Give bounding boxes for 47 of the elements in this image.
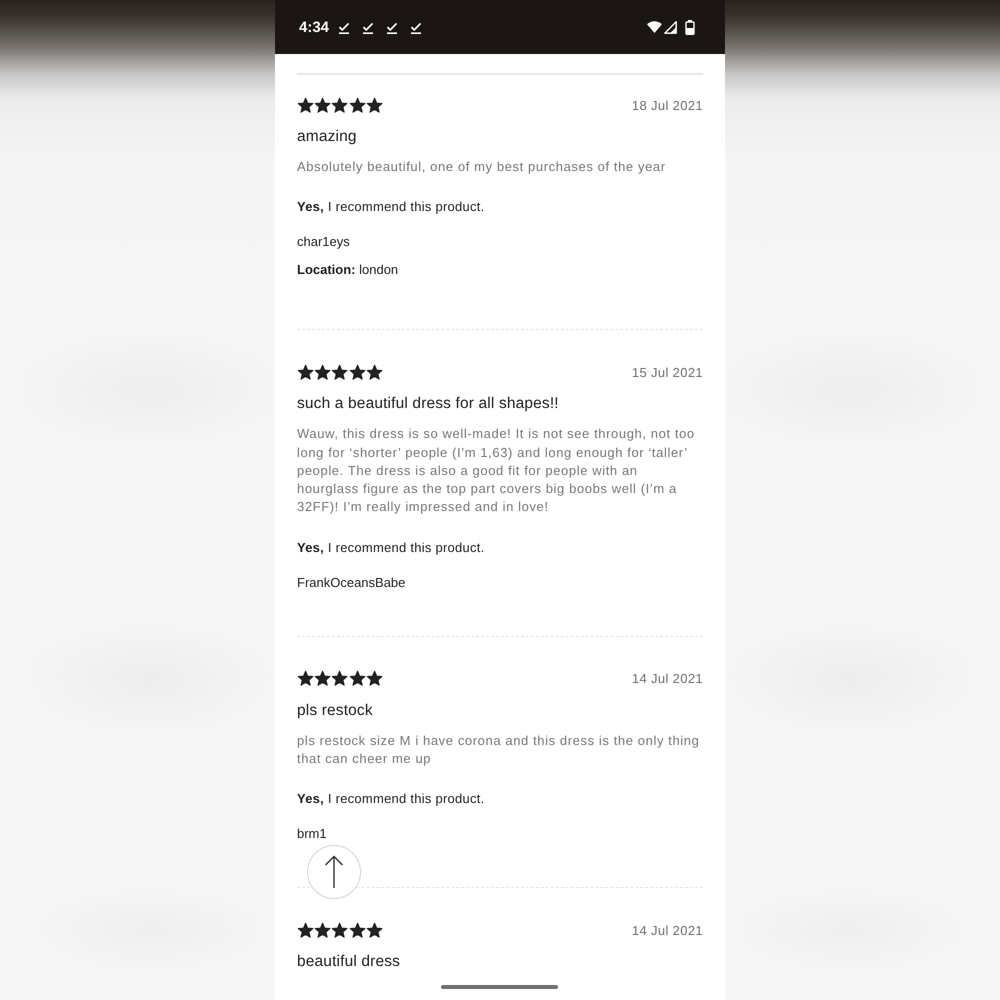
reviewer-name: brm1	[297, 826, 327, 842]
star-icon	[314, 96, 332, 114]
review-title: amazing	[297, 127, 357, 147]
star-icon	[314, 670, 332, 688]
recommendation-text: Yes, I recommend this product.	[297, 198, 484, 216]
review-date: 14 Jul 2021	[632, 671, 703, 686]
review-date: 18 Jul 2021	[632, 98, 703, 112]
recommendation-text: Yes, I recommend this product.	[297, 538, 484, 557]
review-text: Absolutely beautiful, one of my best purchases of the year	[297, 158, 666, 176]
check-underline-icon	[362, 22, 374, 34]
review-title: pls restock	[297, 700, 373, 721]
star-icon	[297, 922, 314, 939]
star-icon	[331, 670, 349, 688]
arrow-up-icon	[324, 855, 344, 889]
reviewer-name: char1eys	[297, 234, 350, 250]
star-icon	[366, 922, 383, 939]
reviewer-name: FrankOceansBabe	[297, 574, 406, 591]
star-icon	[366, 96, 383, 114]
star-icon	[297, 670, 314, 688]
star-icon	[348, 364, 366, 381]
star-icon	[366, 364, 383, 381]
review-text: pls restock size M i have corona and this dress is the only thing that can cheer me up	[297, 732, 700, 768]
review-text: Wauw, this dress is so well-made! It is not see through, not too long for ‘shorter’ people (I’m 1,63) and long enough for ‘taller’ people. The dress is also a good fit for people with an hourglass figure as the top part covers big boobs well (I’m a 32FF)! I’m really impressed and in love!	[297, 425, 696, 516]
star-icon	[331, 364, 349, 381]
star-icon	[314, 922, 332, 939]
star-icon	[348, 96, 366, 114]
wifi-icon	[647, 21, 662, 33]
star-icon	[297, 364, 314, 381]
review-title: such a beautiful dress for all shapes!!	[297, 394, 559, 414]
star-icon	[331, 96, 349, 114]
star-icon	[297, 96, 314, 114]
star-icon	[366, 670, 383, 688]
status-time: 4:34	[299, 18, 330, 36]
check-underline-icon	[410, 22, 422, 34]
check-underline-icon	[338, 22, 350, 34]
star-icon	[331, 922, 349, 939]
recommendation-text: Yes, I recommend this product.	[297, 790, 484, 808]
review-date: 14 Jul 2021	[632, 922, 703, 938]
signal-icon	[664, 20, 677, 34]
battery-icon	[685, 20, 695, 34]
reviewer-location: Location: london	[297, 261, 398, 280]
review-date: 15 Jul 2021	[632, 364, 703, 380]
review-title: beautiful dress	[297, 952, 400, 972]
check-underline-icon	[386, 22, 398, 34]
star-icon	[348, 922, 366, 939]
star-icon	[314, 364, 332, 381]
star-icon	[348, 670, 366, 688]
